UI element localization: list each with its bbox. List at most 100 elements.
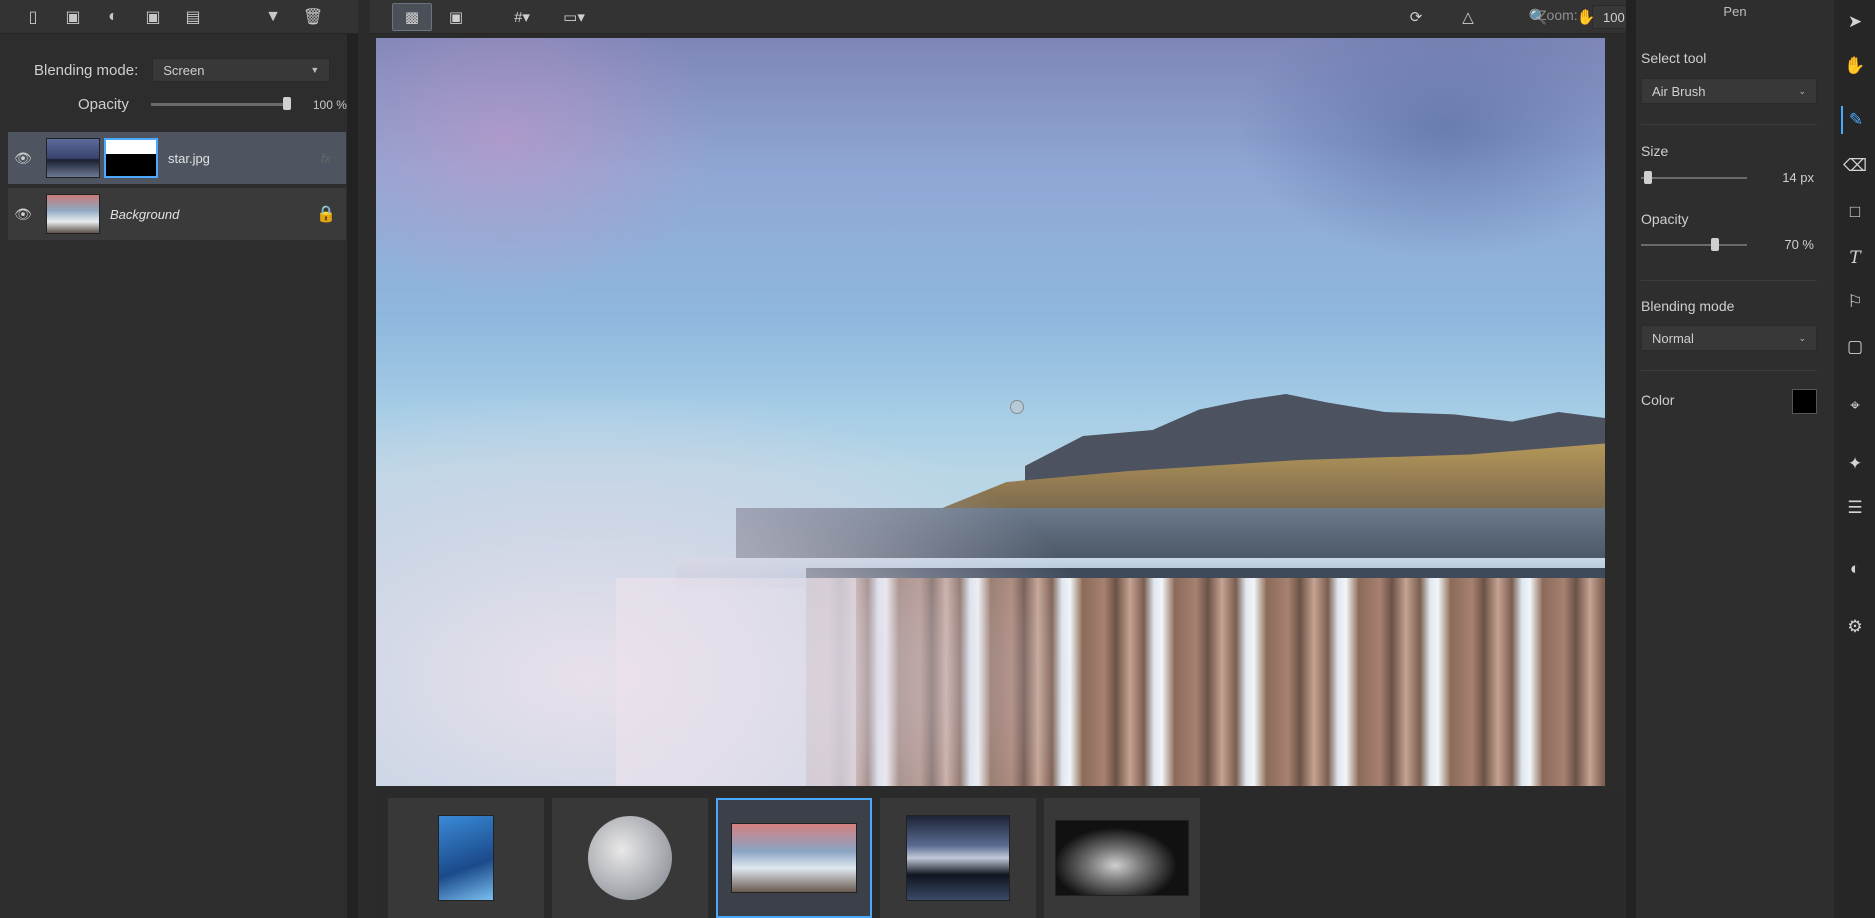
hand-icon: ✋ bbox=[1576, 9, 1596, 26]
filmstrip-item-mountain-lake[interactable] bbox=[880, 798, 1036, 918]
size-slider-thumb[interactable] bbox=[1644, 171, 1652, 184]
trash-icon[interactable]: 🗑 bbox=[300, 5, 326, 29]
dolphin-thumbnail bbox=[438, 815, 494, 901]
layer-row-star[interactable]: 👁 star.jpg fx bbox=[8, 132, 346, 184]
view-toolbar: ▩ ▣ #▾ ▭▾ Zoom: 100 % ▼ ⟳ △ 🔍 ✋ bbox=[370, 0, 1728, 34]
settings-tool[interactable]: ⚙ bbox=[1841, 613, 1869, 641]
brush-blending-select[interactable]: Normal ⌄ bbox=[1641, 325, 1817, 351]
text-icon: T bbox=[1849, 248, 1861, 268]
gear-icon: ⚙ bbox=[1847, 617, 1863, 636]
photo-editor-app: ▯ ▣ ◐ ▣ ▤ ▼ 🗑 Blending mode: Screen ▼ Op… bbox=[0, 0, 1875, 918]
opacity-slider[interactable] bbox=[150, 97, 291, 110]
image-canvas[interactable] bbox=[376, 38, 1605, 786]
fill-tool[interactable]: ⚐ bbox=[1841, 288, 1869, 316]
filmstrip-item-waterfall[interactable] bbox=[716, 798, 872, 918]
chevron-down-icon: ⌄ bbox=[1798, 332, 1806, 343]
single-view-button[interactable]: ▣ bbox=[436, 3, 476, 31]
gradient-icon: ▢ bbox=[1846, 337, 1864, 356]
layer-thumbnail bbox=[46, 194, 100, 234]
layer-options-icon[interactable]: ▤ bbox=[180, 5, 206, 29]
tools-strip: ➤ ✋ ✎ ⌫ □ T ⚐ ▢ ⌖ ✦ ☰ ◐ ⚙ bbox=[1834, 0, 1875, 918]
filmstrip-item-splash[interactable] bbox=[1044, 798, 1200, 918]
zoom-tool-button[interactable]: 🔍 bbox=[1518, 3, 1558, 31]
select-tool-value: Air Brush bbox=[1652, 83, 1706, 99]
mist-overlay bbox=[376, 398, 1076, 786]
rotate-button[interactable]: ⟳ bbox=[1396, 3, 1436, 31]
magic-wand-tool[interactable]: ✦ bbox=[1841, 450, 1869, 478]
tool-options-panel: Pen Select tool Air Brush ⌄ Size 14 px O… bbox=[1636, 0, 1834, 918]
sliders-icon: ☰ bbox=[1847, 498, 1863, 517]
eraser-tool[interactable]: ⌫ bbox=[1841, 152, 1869, 180]
chevron-down-icon: ⌄ bbox=[1798, 85, 1806, 96]
splash-thumbnail bbox=[1055, 820, 1189, 896]
blending-mode-select[interactable]: Screen ▼ bbox=[152, 58, 331, 82]
layer-mask-thumbnail[interactable] bbox=[104, 138, 158, 178]
lock-icon[interactable]: 🔒 bbox=[314, 204, 338, 224]
filter-icon[interactable]: ▼ bbox=[260, 5, 286, 29]
crop-tool[interactable]: ⌖ bbox=[1841, 392, 1869, 420]
magnifier-icon: 🔍 bbox=[1528, 9, 1548, 26]
shape-tool[interactable]: □ bbox=[1841, 198, 1869, 226]
waterfall-thumbnail bbox=[731, 823, 857, 893]
blending-mode-label: Blending mode bbox=[1641, 298, 1735, 314]
divider bbox=[1641, 370, 1817, 371]
size-slider[interactable] bbox=[1641, 171, 1747, 184]
flip-button[interactable]: △ bbox=[1448, 3, 1488, 31]
size-value: 14 px bbox=[1782, 170, 1814, 185]
monitor-icon: ▭▾ bbox=[563, 9, 585, 26]
opacity-value: 100 % bbox=[312, 97, 347, 112]
grid-button[interactable]: #▾ bbox=[502, 3, 542, 31]
image-icon: ▣ bbox=[448, 9, 464, 26]
crop-icon: ⌖ bbox=[1850, 396, 1860, 415]
color-swatch[interactable] bbox=[1792, 389, 1817, 414]
flip-icon: △ bbox=[1462, 9, 1474, 26]
brush-cursor bbox=[1010, 400, 1024, 414]
filmstrip bbox=[376, 790, 1624, 918]
image-layer-icon[interactable]: ▣ bbox=[60, 5, 86, 29]
hand-tool-button[interactable]: ✋ bbox=[1566, 3, 1606, 31]
rectangle-icon: □ bbox=[1849, 202, 1861, 221]
eye-icon[interactable]: 👁 bbox=[8, 206, 38, 223]
mask-icon[interactable]: ▣ bbox=[140, 5, 166, 29]
layers-toolbar: ▯ ▣ ◐ ▣ ▤ ▼ 🗑 bbox=[0, 0, 358, 34]
brush-opacity-value: 70 % bbox=[1784, 237, 1814, 252]
eye-icon[interactable]: 👁 bbox=[8, 150, 38, 167]
filmstrip-item-dolphin[interactable] bbox=[388, 798, 544, 918]
text-tool[interactable]: T bbox=[1841, 244, 1869, 272]
contrast-icon: ◐ bbox=[1849, 559, 1861, 578]
clone-tool[interactable]: ✋ bbox=[1841, 52, 1869, 80]
select-tool-label: Select tool bbox=[1641, 50, 1707, 66]
eraser-icon: ⌫ bbox=[1842, 156, 1868, 175]
layers-panel: ▯ ▣ ◐ ▣ ▤ ▼ 🗑 Blending mode: Screen ▼ Op… bbox=[0, 0, 358, 918]
color-adjust-tool[interactable]: ◐ bbox=[1841, 555, 1869, 583]
filmstrip-item-moon[interactable] bbox=[552, 798, 708, 918]
opacity-label: Opacity bbox=[1641, 211, 1689, 227]
panel-divider[interactable] bbox=[347, 34, 358, 918]
layer-opacity-row: Opacity 100 % bbox=[78, 96, 347, 113]
select-tool-dropdown[interactable]: Air Brush ⌄ bbox=[1641, 78, 1817, 104]
compare-view-button[interactable]: ▩ bbox=[392, 3, 432, 31]
display-button[interactable]: ▭▾ bbox=[554, 3, 594, 31]
gradient-tool[interactable]: ▢ bbox=[1841, 333, 1869, 361]
divider bbox=[1641, 124, 1817, 125]
blending-mode-label: Blending mode: bbox=[34, 61, 139, 79]
adjustments-tool[interactable]: ☰ bbox=[1841, 494, 1869, 522]
color-label: Color bbox=[1641, 392, 1675, 408]
new-layer-icon[interactable]: ▯ bbox=[20, 5, 46, 29]
divider bbox=[1641, 280, 1817, 281]
grid-icon: #▾ bbox=[514, 9, 530, 26]
adjustment-layer-icon[interactable]: ◐ bbox=[100, 5, 126, 29]
size-label: Size bbox=[1641, 143, 1669, 159]
brush-opacity-slider[interactable] bbox=[1641, 238, 1747, 251]
panel-divider[interactable] bbox=[1626, 0, 1636, 918]
pen-tool[interactable]: ✎ bbox=[1841, 106, 1869, 134]
pointer-tool[interactable]: ➤ bbox=[1841, 8, 1869, 36]
brush-opacity-slider-thumb[interactable] bbox=[1711, 238, 1720, 251]
layers-view-icon: ▩ bbox=[404, 9, 420, 26]
fx-icon[interactable]: fx bbox=[314, 146, 338, 170]
opacity-slider-thumb[interactable] bbox=[282, 97, 291, 110]
layer-row-background[interactable]: 👁 Background 🔒 bbox=[8, 188, 346, 240]
opacity-label: Opacity bbox=[78, 96, 129, 113]
blending-mode-value: Screen bbox=[163, 62, 205, 78]
layer-blending-row: Blending mode: Screen ▼ bbox=[34, 58, 331, 82]
